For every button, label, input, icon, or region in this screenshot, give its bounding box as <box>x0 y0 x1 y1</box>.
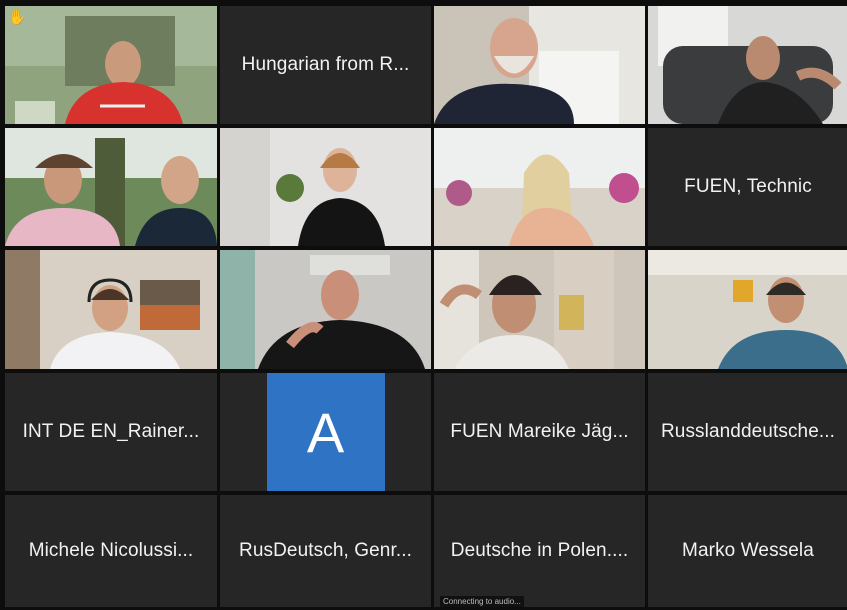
participant-name: Russlanddeutsche... <box>660 421 836 442</box>
participant-video <box>434 128 645 246</box>
participant-name: RusDeutsch, Genr... <box>239 540 412 561</box>
participant-video <box>220 128 431 246</box>
participant-name: FUEN, Technic <box>684 176 812 197</box>
participant-name-tile[interactable]: FUEN, Technic <box>648 128 847 246</box>
participant-video-tile[interactable] <box>434 128 645 246</box>
participant-name-tile[interactable]: RusDeutsch, Genr... <box>220 495 431 607</box>
participant-video <box>5 250 217 369</box>
participant-video-tile[interactable] <box>434 6 645 124</box>
participant-avatar: A <box>266 373 385 491</box>
avatar-initial: A <box>306 400 345 464</box>
participant-video-tile[interactable] <box>5 128 217 246</box>
participant-name-tile[interactable]: Michele Nicolussi... <box>5 495 217 607</box>
raised-hand-icon: ✋ <box>8 9 27 26</box>
participant-video <box>648 6 847 124</box>
participant-name: FUEN Mareike Jäg... <box>450 421 629 442</box>
participant-video <box>5 6 217 124</box>
participant-video-tile[interactable] <box>648 6 847 124</box>
participant-name-tile[interactable]: Marko Wessela <box>648 495 847 607</box>
participant-video-tile[interactable] <box>648 250 847 369</box>
connecting-status: Connecting to audio... <box>440 596 524 607</box>
participant-video-tile[interactable] <box>220 128 431 246</box>
participant-name: Hungarian from R... <box>241 54 410 75</box>
active-speaker-tile[interactable] <box>220 250 431 369</box>
participant-name: Deutsche in Polen.... <box>450 540 629 561</box>
participant-video-tile[interactable] <box>5 250 217 369</box>
participant-video-tile[interactable] <box>434 250 645 369</box>
participant-video <box>220 250 431 369</box>
participant-name-tile[interactable]: Deutsche in Polen.... Connecting to audi… <box>434 495 645 607</box>
participant-name: Marko Wessela <box>682 540 814 561</box>
participant-avatar-tile[interactable]: A <box>220 373 431 491</box>
participant-name-tile[interactable]: FUEN Mareike Jäg... <box>434 373 645 491</box>
participant-video <box>434 250 645 369</box>
participant-name: Michele Nicolussi... <box>28 540 194 561</box>
participant-name: INT DE EN_Rainer... <box>22 421 200 442</box>
participant-name-tile[interactable]: Hungarian from R... <box>220 6 431 124</box>
participant-name-tile[interactable]: Russlanddeutsche... <box>648 373 847 491</box>
video-gallery: ✋ Hungarian from R... FUEN, Technic INT … <box>5 6 847 607</box>
participant-video <box>434 6 645 124</box>
participant-video <box>648 250 847 369</box>
participant-video <box>5 128 217 246</box>
participant-name-tile[interactable]: INT DE EN_Rainer... <box>5 373 217 491</box>
participant-video-tile[interactable]: ✋ <box>5 6 217 124</box>
